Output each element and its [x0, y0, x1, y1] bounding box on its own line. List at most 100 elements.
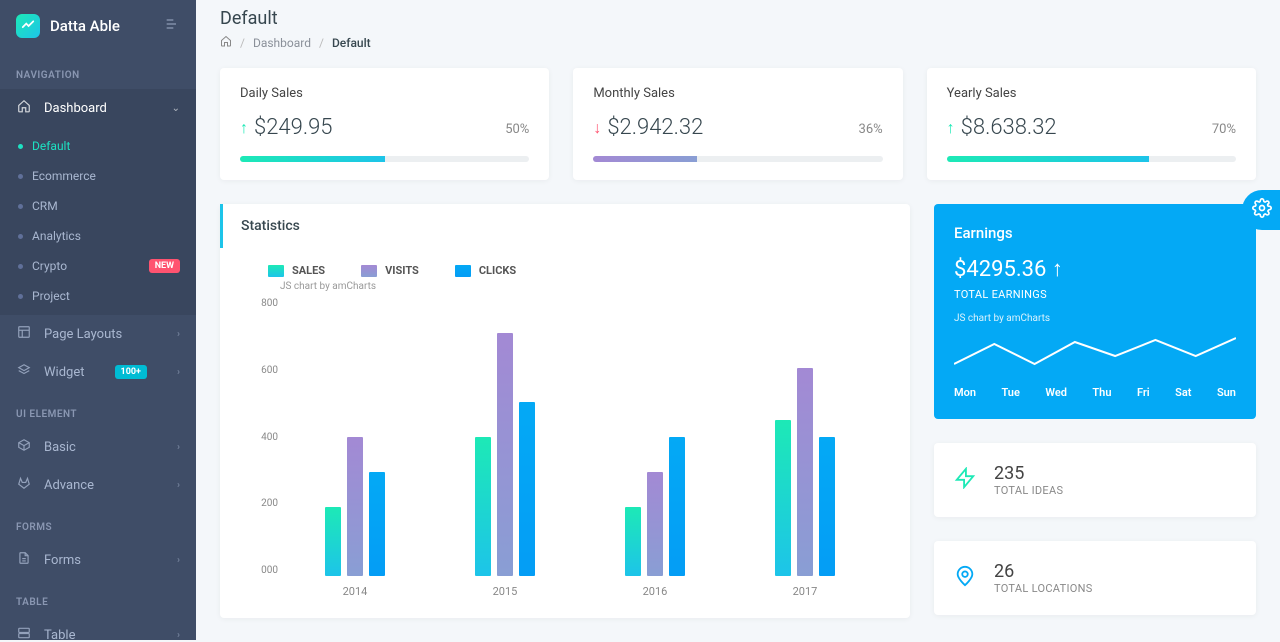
sidebar-collapse-icon[interactable]	[164, 16, 180, 36]
sidebar-item-label: Table	[44, 628, 75, 641]
badge-new: NEW	[149, 259, 180, 273]
earnings-days: MonTueWedThuFriSatSun	[954, 386, 1236, 399]
sidebar-item-widget[interactable]: Widget 100+ ›	[0, 353, 196, 391]
sidebar-caption-forms: FORMS	[0, 504, 196, 541]
sidebar-item-page-layouts[interactable]: Page Layouts ›	[0, 315, 196, 353]
sidebar-sub-project[interactable]: Project	[0, 281, 196, 311]
breadcrumb-link-dashboard[interactable]: Dashboard	[253, 36, 311, 50]
day-label: Fri	[1137, 386, 1150, 399]
sidebar-caption-table: TABLE	[0, 579, 196, 616]
breadcrumb-current: Default	[332, 36, 371, 50]
brand-logo-icon	[16, 14, 40, 38]
sidebar-item-table[interactable]: Table ›	[0, 616, 196, 640]
amcharts-credit[interactable]: JS chart by amCharts	[280, 281, 890, 292]
breadcrumb: / Dashboard / Default	[220, 35, 1256, 50]
legend-clicks[interactable]: CLICKS	[455, 264, 516, 277]
sidebar-item-label: Advance	[44, 478, 94, 493]
total-locations-card: 26 TOTAL LOCATIONS	[934, 541, 1256, 615]
bar[interactable]	[325, 507, 341, 577]
page-title: Default	[220, 8, 1256, 29]
swatch-purple-icon	[361, 265, 377, 277]
sidebar-item-advance[interactable]: Advance ›	[0, 466, 196, 504]
locations-num: 26	[994, 561, 1093, 582]
locations-lbl: TOTAL LOCATIONS	[994, 582, 1093, 595]
day-label: Sat	[1175, 386, 1191, 399]
stat-value: ↑ $249.95	[240, 115, 332, 140]
day-label: Wed	[1045, 386, 1067, 399]
swatch-teal-icon	[268, 265, 284, 277]
sidebar-item-basic[interactable]: Basic ›	[0, 428, 196, 466]
ideas-lbl: TOTAL IDEAS	[994, 484, 1063, 497]
breadcrumb-sep: /	[240, 36, 245, 50]
day-label: Sun	[1217, 386, 1236, 399]
y-tick: 200	[240, 498, 278, 509]
x-label: 2014	[343, 585, 368, 598]
earnings-title: Earnings	[954, 224, 1236, 242]
day-label: Tue	[1001, 386, 1019, 399]
sidebar-sub-analytics[interactable]: Analytics	[0, 221, 196, 251]
stat-pct: 50%	[505, 122, 529, 137]
legend-label: CLICKS	[479, 264, 516, 277]
bar[interactable]	[369, 472, 385, 576]
bar[interactable]	[497, 333, 513, 576]
stat-label: Yearly Sales	[947, 86, 1236, 101]
total-ideas-card: 235 TOTAL IDEAS	[934, 443, 1256, 517]
chevron-right-icon: ›	[177, 555, 180, 566]
layout-icon	[16, 325, 32, 343]
bar[interactable]	[347, 437, 363, 576]
x-axis-labels: 2014201520162017	[280, 585, 880, 598]
chevron-right-icon: ›	[177, 480, 180, 491]
chevron-right-icon: ›	[177, 329, 180, 340]
bar[interactable]	[475, 437, 491, 576]
sidebar-item-label: Forms	[44, 553, 81, 568]
sidebar-item-dashboard[interactable]: Dashboard ⌄	[0, 89, 196, 127]
sidebar-item-label: Basic	[44, 440, 76, 455]
progress-bar	[593, 156, 697, 162]
bar[interactable]	[519, 402, 535, 576]
sidebar-sub-crm[interactable]: CRM	[0, 191, 196, 221]
y-tick: 000	[240, 565, 278, 576]
arrow-up-icon: ↑	[1052, 257, 1063, 282]
brand[interactable]: Datta Able	[0, 0, 196, 52]
chevron-right-icon: ›	[177, 367, 180, 378]
layers-icon	[16, 363, 32, 381]
sidebar-item-forms[interactable]: Forms ›	[0, 541, 196, 579]
y-axis-ticks: 800600400200000	[240, 298, 278, 576]
statistics-card: Statistics SALES VISITS CLICKS JS chart …	[220, 204, 910, 618]
bar[interactable]	[775, 420, 791, 576]
bar[interactable]	[625, 507, 641, 577]
sidebar-sub-crypto[interactable]: Crypto NEW	[0, 251, 196, 281]
bar-group	[325, 437, 385, 576]
bar[interactable]	[797, 368, 813, 577]
bar[interactable]	[819, 437, 835, 576]
sidebar-sub-label: Crypto	[32, 259, 67, 273]
sidebar-sub-label: Project	[32, 289, 70, 303]
earnings-value: $4295.36	[954, 257, 1046, 282]
progress-bar	[947, 156, 1150, 162]
sidebar-sub-ecommerce[interactable]: Ecommerce	[0, 161, 196, 191]
file-icon	[16, 551, 32, 569]
statistics-title: Statistics	[220, 204, 910, 248]
legend-sales[interactable]: SALES	[268, 264, 325, 277]
home-icon[interactable]	[220, 35, 232, 50]
swatch-blue-icon	[455, 265, 471, 277]
settings-fab[interactable]	[1242, 190, 1280, 230]
legend-visits[interactable]: VISITS	[361, 264, 419, 277]
earnings-mini-chart	[954, 334, 1236, 374]
sidebar-sub-label: Ecommerce	[32, 169, 96, 183]
chevron-right-icon: ›	[177, 442, 180, 453]
sidebar-sub-default[interactable]: Default	[0, 131, 196, 161]
chart-legend: SALES VISITS CLICKS	[268, 264, 890, 277]
earnings-sub: TOTAL EARNINGS	[954, 288, 1236, 301]
y-tick: 600	[240, 365, 278, 376]
progress-track	[240, 156, 529, 162]
amcharts-credit[interactable]: JS chart by amCharts	[954, 313, 1236, 324]
bar[interactable]	[669, 437, 685, 576]
stat-label: Daily Sales	[240, 86, 529, 101]
bar[interactable]	[647, 472, 663, 576]
bar-chart: 800600400200000 2014201520162017	[240, 298, 890, 598]
arrow-up-icon: ↑	[947, 118, 955, 138]
stat-pct: 36%	[859, 122, 883, 137]
breadcrumb-sep: /	[319, 36, 324, 50]
bar-group	[775, 368, 835, 577]
